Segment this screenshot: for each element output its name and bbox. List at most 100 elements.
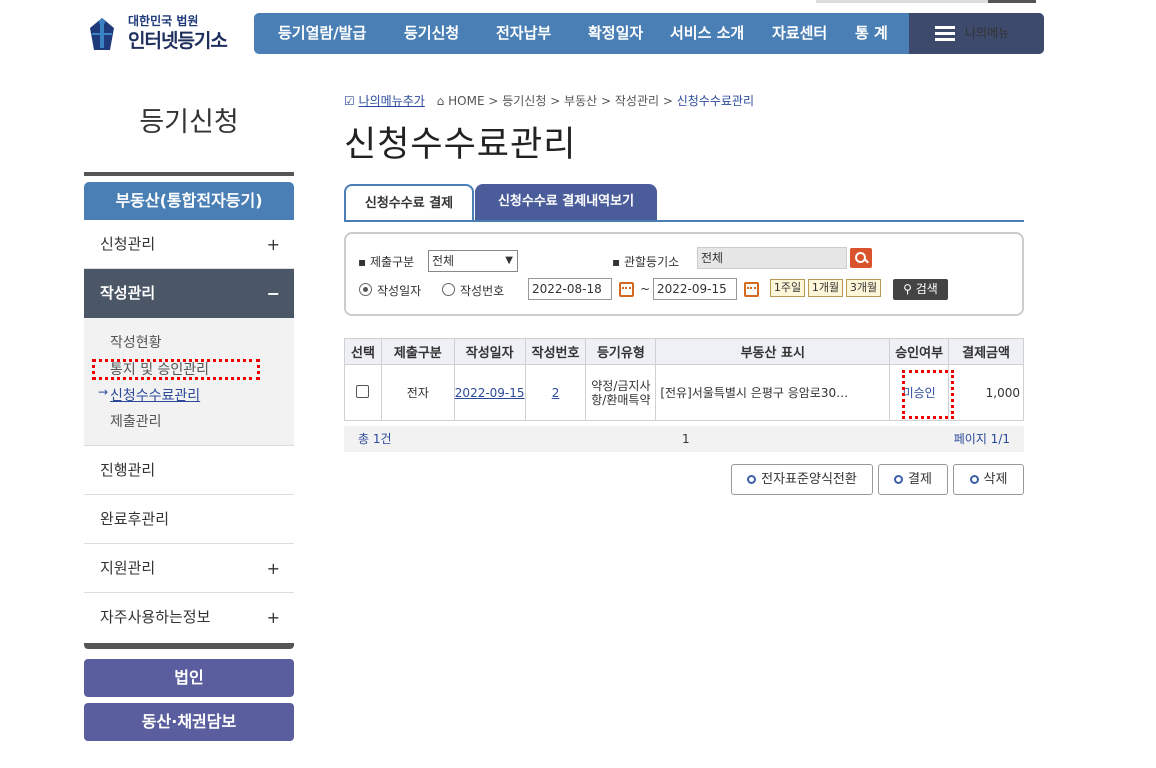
sidebar-title: 등기신청: [139, 107, 239, 138]
period-3month-button[interactable]: 3개월: [846, 279, 881, 297]
sidebar-item-after-complete[interactable]: 완료후관리: [84, 495, 294, 544]
sidebar-bottom-bar: [84, 643, 294, 649]
sidebar-item-support[interactable]: 지원관리 +: [84, 544, 294, 593]
sidebar-item-label: 지원관리: [100, 559, 156, 577]
sidebar-section-real-estate[interactable]: 부동산(통합전자등기): [84, 182, 294, 220]
radio-write-date[interactable]: [359, 283, 372, 296]
tab-payment-history[interactable]: 신청수수료 결제내역보기: [475, 184, 657, 221]
sidebar-divider: [84, 172, 294, 176]
row-amount: 1,000: [948, 364, 1024, 421]
sidebar-item-label: 신청관리: [100, 235, 156, 253]
checkbox-icon: ☑: [344, 94, 355, 108]
button-label: 전자표준양식전환: [761, 472, 857, 487]
radio-write-number-label: 작성번호: [460, 284, 505, 298]
gnb-item-fixed-date[interactable]: 확정일자: [588, 13, 643, 54]
arrow-right-icon: →: [98, 385, 109, 399]
highlight-annotation: [92, 359, 260, 380]
page-info: 페이지 1/1: [953, 432, 1010, 446]
sidebar-item-application[interactable]: 신청관리 +: [84, 220, 294, 269]
radio-write-number[interactable]: [442, 283, 455, 296]
convert-standard-form-button[interactable]: 전자표준양식전환: [731, 464, 873, 495]
collapse-icon: −: [266, 284, 280, 303]
col-submit-type: 제출구분: [380, 338, 455, 365]
row-submit-type: 전자: [380, 364, 455, 421]
gnb-item-apply[interactable]: 등기신청: [404, 13, 459, 54]
search-icon[interactable]: [850, 248, 872, 268]
col-amount: 결제금액: [948, 338, 1024, 365]
office-label: ▪ 관할등기소: [612, 255, 680, 269]
calendar-icon[interactable]: [744, 282, 759, 297]
sidebar-item-progress[interactable]: 진행관리: [84, 446, 294, 495]
hamburger-icon: [935, 26, 955, 41]
period-1month-button[interactable]: 1개월: [808, 279, 843, 297]
my-menu-button[interactable]: 나의메뉴: [909, 13, 1044, 54]
submit-type-label: ▪ 제출구분: [358, 255, 415, 269]
search-icon: ⚲: [903, 282, 912, 296]
sidebar-submenu: 작성현황 통지 및 승인관리 → 신청수수료관리 제출관리: [84, 318, 294, 446]
date-to-input[interactable]: 2022-09-15: [653, 278, 737, 300]
circle-icon: [747, 475, 757, 484]
col-select: 선택: [344, 338, 382, 365]
button-label: 결제: [908, 472, 932, 487]
expand-icon: +: [266, 559, 280, 578]
col-type: 등기유형: [585, 338, 657, 365]
circle-icon: [969, 475, 979, 484]
select-value: 전체: [432, 254, 455, 268]
submenu-item-label: 신청수수료관리: [110, 388, 201, 404]
logo-title: 인터넷등기소: [128, 30, 228, 52]
col-date: 작성일자: [453, 338, 526, 365]
row-number-link[interactable]: 2: [524, 364, 587, 421]
pagination-page[interactable]: 1: [682, 426, 690, 452]
gnb-item-view[interactable]: 등기열람/발급: [278, 13, 366, 54]
corporation-button[interactable]: 법인: [84, 659, 294, 697]
circle-icon: [894, 475, 904, 484]
col-approval: 승인여부: [889, 338, 950, 365]
search-panel: [344, 232, 1024, 316]
row-checkbox[interactable]: [356, 384, 370, 398]
row-type: 약정/금지사항/환매특약: [585, 364, 657, 421]
button-label: 삭제: [983, 472, 1008, 487]
sidebar-item-label: 진행관리: [100, 461, 156, 479]
tab-underline: [344, 220, 1024, 222]
movable-collateral-button[interactable]: 동산·채권담보: [84, 703, 294, 741]
gnb-item-payment[interactable]: 전자납부: [496, 13, 551, 54]
chevron-down-icon: ▼: [505, 255, 513, 266]
sidebar-item-writing[interactable]: 작성관리 −: [84, 269, 294, 318]
office-input[interactable]: 전체: [697, 247, 847, 269]
submenu-item-submit[interactable]: 제출관리: [110, 411, 162, 431]
date-from-input[interactable]: 2022-08-18: [528, 278, 612, 300]
add-my-menu-link[interactable]: 나의메뉴추가: [359, 94, 425, 108]
calendar-icon[interactable]: [619, 282, 634, 297]
date-range-tilde: ~: [640, 282, 651, 296]
my-menu-label: 나의메뉴: [965, 26, 1010, 40]
row-date-link[interactable]: 2022-09-15: [453, 364, 526, 421]
radio-write-date-label: 작성일자: [377, 284, 422, 298]
delete-button[interactable]: 삭제: [953, 464, 1024, 495]
search-button-label: 검색: [915, 282, 938, 296]
site-logo[interactable]: 대한민국 법원 인터넷등기소: [84, 10, 244, 56]
search-button[interactable]: ⚲ 검색: [893, 279, 948, 300]
breadcrumb: ☑ 나의메뉴추가 ⌂ HOME > 등기신청 > 부동산 > 작성관리 > 신청…: [344, 92, 754, 109]
sidebar-item-label: 자주사용하는정보: [100, 608, 211, 626]
sidebar-item-frequent-info[interactable]: 자주사용하는정보 +: [84, 593, 294, 642]
period-1week-button[interactable]: 1주일: [770, 279, 805, 297]
row-select-cell: [344, 364, 382, 421]
top-utility-bar: [816, 0, 1036, 3]
tab-fee-payment[interactable]: 신청수수료 결제: [344, 184, 474, 221]
breadcrumb-path[interactable]: HOME > 등기신청 > 부동산 > 작성관리 >: [448, 94, 673, 108]
pay-button[interactable]: 결제: [878, 464, 948, 495]
table-header-row: 선택 제출구분 작성일자 작성번호 등기유형 부동산 표시 승인여부 결제금액: [344, 338, 1024, 365]
home-icon: ⌂: [436, 94, 445, 108]
submenu-item-fee-management[interactable]: → 신청수수료관리: [98, 385, 201, 405]
submit-type-select[interactable]: 전체 ▼: [428, 250, 518, 272]
gnb-item-service[interactable]: 서비스 소개: [670, 13, 744, 54]
row-property: [전유]서울특별시 은평구 응암로30…: [655, 364, 891, 421]
sidebar-item-label: 완료후관리: [100, 510, 170, 528]
submenu-item-status[interactable]: 작성현황: [110, 332, 162, 352]
expand-icon: +: [266, 608, 280, 627]
col-number: 작성번호: [524, 338, 587, 365]
sidebar-item-label: 작성관리: [100, 284, 156, 302]
gnb-item-resources[interactable]: 자료센터: [772, 13, 827, 54]
page-title: 신청수수료관리: [344, 125, 577, 165]
gnb-item-statistics[interactable]: 통 계: [855, 13, 888, 54]
